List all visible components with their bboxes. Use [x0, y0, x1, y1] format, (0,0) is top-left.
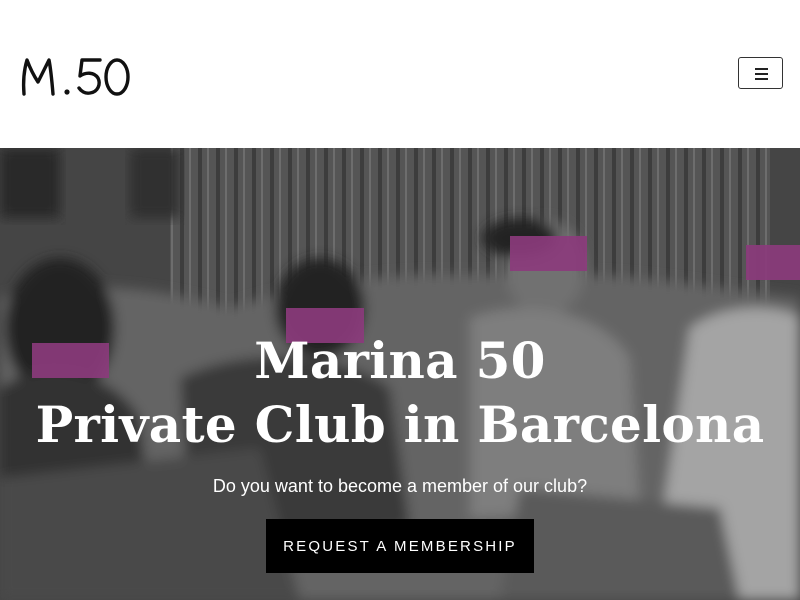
hero-title: Marina 50 Private Club in Barcelona — [0, 329, 800, 457]
hero-subtitle: Do you want to become a member of our cl… — [212, 476, 588, 496]
m50-logo[interactable] — [20, 52, 132, 102]
hero-title-line-1: Marina 50 — [254, 331, 546, 390]
menu-toggle-button[interactable] — [738, 57, 783, 89]
hamburger-menu-icon — [755, 68, 768, 70]
request-membership-button[interactable]: REQUEST A MEMBERSHIP — [266, 519, 534, 573]
site-header — [0, 0, 800, 148]
face-censor-bar — [510, 236, 587, 271]
hero-section: Marina 50 Private Club in Barcelona Do y… — [0, 148, 800, 600]
hamburger-menu-icon-bar — [755, 78, 768, 80]
hero-title-line-2: Private Club in Barcelona — [35, 395, 765, 454]
hamburger-menu-icon-bar — [755, 73, 768, 75]
face-censor-bar — [746, 245, 800, 280]
